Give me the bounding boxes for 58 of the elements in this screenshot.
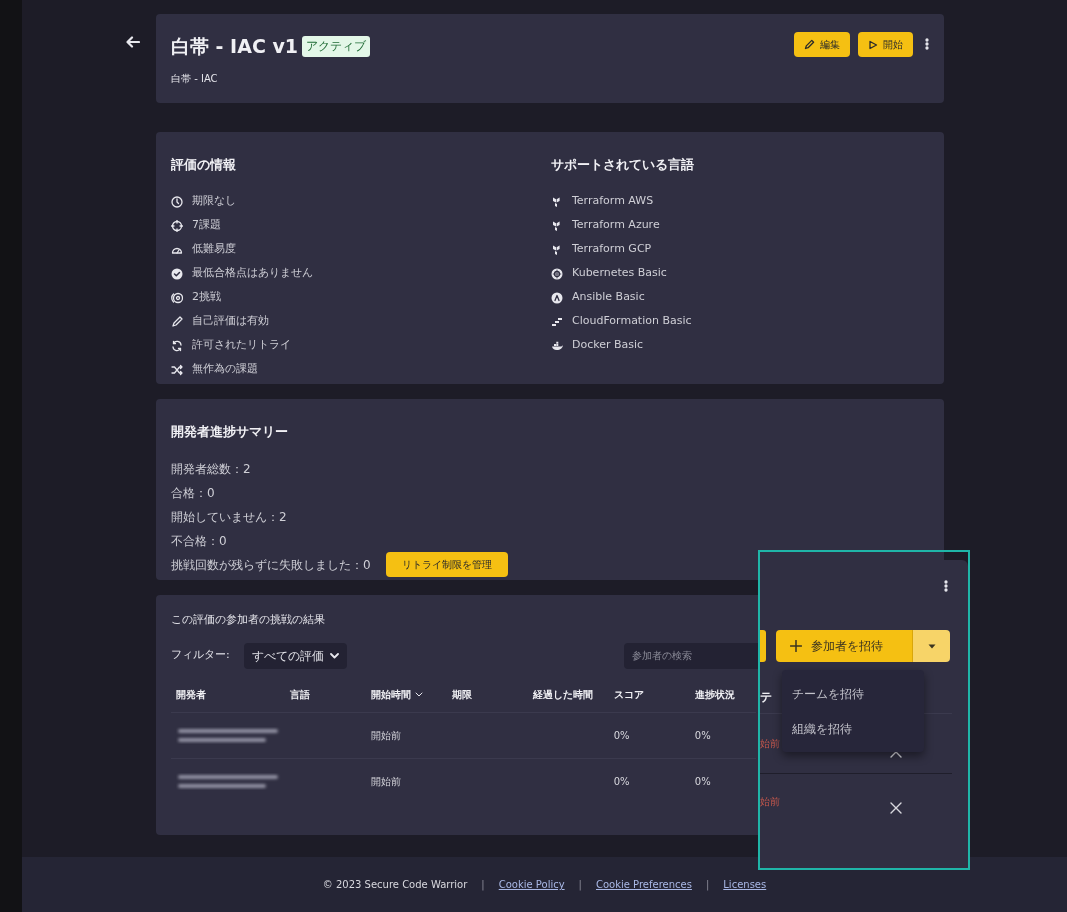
info-text: 低難易度 <box>192 241 236 258</box>
info-text: Ansible Basic <box>572 289 645 306</box>
table-cell: 開始前 <box>366 712 448 759</box>
column-header: 経過した時間 <box>527 676 609 713</box>
footer-link[interactable]: Cookie Policy <box>498 877 565 892</box>
info-text: Kubernetes Basic <box>572 265 667 282</box>
assessment-title: 白帯 - IAC v1 <box>171 34 299 59</box>
column-header[interactable]: 開始時間 <box>366 676 448 713</box>
info-text: Terraform AWS <box>572 193 654 210</box>
separator: | <box>481 878 485 892</box>
column-header: テ <box>760 689 772 706</box>
section-title: 開発者進捗サマリー <box>171 423 289 441</box>
stat-text: 開発者総数：2 <box>171 460 251 478</box>
stat-text: 不合格：0 <box>171 532 227 550</box>
table-cell: 0% <box>689 758 756 805</box>
table-cell: 0% <box>608 758 690 805</box>
column-header: スコア <box>608 676 690 713</box>
table-cell: 開始前 <box>366 758 448 805</box>
column-header: 進捗状況 <box>689 676 756 713</box>
filter-dropdown[interactable]: すべての評価 <box>243 642 347 669</box>
status-text: 始前 <box>760 795 780 809</box>
info-text: 無作為の課題 <box>192 361 258 378</box>
section-title: 評価の情報 <box>171 156 237 174</box>
start-button[interactable]: 開始 <box>858 32 913 57</box>
footer-link[interactable]: Licenses <box>723 877 767 892</box>
stat-text: 開始していません：2 <box>171 508 287 526</box>
stat-text: 合格：0 <box>171 484 215 502</box>
info-text: 期限なし <box>192 193 236 210</box>
results-title: この評価の参加者の挑戦の結果 <box>171 612 326 628</box>
table-cell: 0% <box>608 712 690 759</box>
invite-participants-button[interactable]: 参加者を招待 <box>776 630 912 662</box>
column-header: 期限 <box>447 676 528 713</box>
copyright-text: © 2023 Secure Code Warrior <box>322 878 468 892</box>
column-header: 開発者 <box>171 676 286 713</box>
manage-retry-button[interactable]: リトライ制限を管理 <box>385 552 508 577</box>
info-text: Terraform GCP <box>572 241 652 258</box>
menu-item[interactable]: チームを招待 <box>782 676 924 711</box>
assessment-subtitle: 白帯 - IAC <box>171 71 219 86</box>
info-text: 2挑戦 <box>192 289 221 306</box>
table-cell: 0% <box>689 712 756 759</box>
info-text: 最低合格点はありません <box>192 265 313 282</box>
edit-button[interactable]: 編集 <box>794 32 850 57</box>
info-text: CloudFormation Basic <box>572 313 692 330</box>
filter-label: フィルター: <box>171 647 230 664</box>
section-title: サポートされている言語 <box>551 156 695 174</box>
menu-item[interactable]: 組織を招待 <box>782 711 924 746</box>
info-text: Docker Basic <box>572 337 644 354</box>
status-badge: アクティブ <box>302 35 371 57</box>
stat-text: 挑戦回数が残らずに失敗しました：0 <box>171 556 371 574</box>
info-text: 7課題 <box>192 217 221 234</box>
column-header: 言語 <box>285 676 367 713</box>
status-text: 始前 <box>760 737 780 751</box>
separator: | <box>705 878 710 892</box>
separator: | <box>578 878 582 892</box>
info-text: 自己評価は有効 <box>192 313 269 330</box>
info-text: Terraform Azure <box>572 217 660 234</box>
info-text: 許可されたリトライ <box>192 337 291 354</box>
footer-link[interactable]: Cookie Preferences <box>596 877 692 892</box>
